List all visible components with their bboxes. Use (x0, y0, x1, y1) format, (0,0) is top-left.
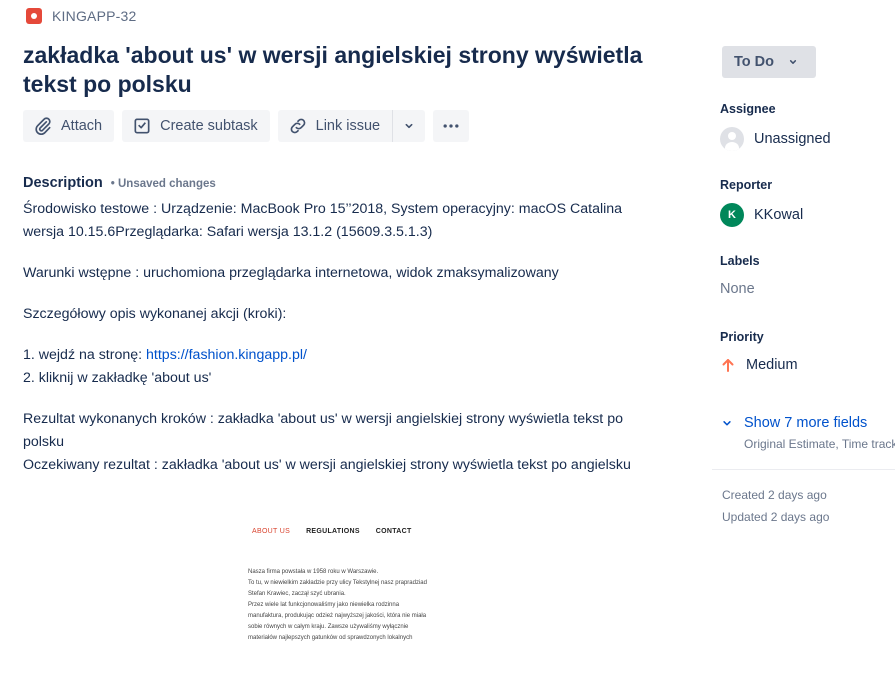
assignee-value: Unassigned (754, 131, 831, 147)
issue-title[interactable]: zakładka 'about us' w wersji angielskiej… (23, 41, 683, 99)
embedded-text-line: Nasza firma powstała w 1958 roku w Warsz… (248, 569, 379, 575)
updated-timestamp: Updated 2 days ago (722, 510, 830, 524)
step-2: 2. kliknij w zakładkę 'about us' (23, 370, 212, 386)
bug-icon (26, 8, 42, 24)
environment-text: Środowisko testowe : Urządzenie: MacBook… (23, 201, 623, 240)
embedded-text-line: Przez wiele lat funkcjonowaliśmy jako ni… (248, 602, 400, 608)
labels-field[interactable]: None (720, 281, 755, 297)
link-issue-split-button: Link issue (277, 110, 426, 142)
more-icon (443, 124, 459, 128)
show-more-fields-button[interactable]: Show 7 more fields (720, 415, 867, 431)
priority-label: Priority (720, 330, 764, 344)
status-dropdown[interactable]: To Do (722, 46, 816, 78)
description-header: Description • Unsaved changes (23, 175, 216, 191)
reporter-value: KKowal (754, 207, 804, 223)
description-label: Description (23, 175, 103, 191)
embedded-site-nav: ABOUT US REGULATIONS CONTACT (240, 528, 460, 535)
embedded-text-line: Stefan Krawiec, zaczął szyć ubrania. (248, 591, 346, 597)
results-block: Rezultat wykonanych kroków : zakładka 'a… (23, 408, 663, 477)
actual-result: Rezultat wykonanych kroków : zakładka 'a… (23, 411, 623, 450)
link-issue-label: Link issue (315, 118, 381, 134)
reporter-label: Reporter (720, 178, 773, 192)
subtask-icon (134, 118, 150, 134)
embedded-nav-regulations: REGULATIONS (306, 528, 360, 535)
expected-result: Oczekiwany rezultat : zakładka 'about us… (23, 457, 631, 473)
link-issue-dropdown-button[interactable] (393, 110, 426, 142)
create-subtask-button[interactable]: Create subtask (122, 110, 270, 142)
more-actions-button[interactable] (433, 110, 470, 142)
create-subtask-label: Create subtask (160, 118, 258, 134)
embedded-site-text: Nasza firma powstała w 1958 roku w Warsz… (240, 567, 450, 644)
unassigned-avatar-icon (720, 127, 744, 151)
priority-value: Medium (746, 357, 798, 373)
description-body[interactable]: Środowisko testowe : Urządzenie: MacBook… (23, 198, 663, 495)
fashion-kingapp-link[interactable]: https://fashion.kingapp.pl/ (146, 347, 307, 363)
chevron-down-icon (789, 60, 797, 64)
embedded-nav-about-us: ABOUT US (252, 528, 291, 535)
issue-toolbar: Attach Create subtask Link issue (23, 110, 470, 142)
embedded-text-line: materiałów najlepszych gatunków od spraw… (248, 635, 413, 641)
embedded-nav-contact: CONTACT (375, 528, 412, 535)
attached-screenshot[interactable]: ABOUT US REGULATIONS CONTACT Nasza firma… (240, 528, 460, 658)
paperclip-icon (35, 117, 51, 136)
priority-field[interactable]: Medium (720, 357, 798, 373)
chevron-down-icon (723, 421, 731, 426)
chevron-down-icon (405, 123, 413, 129)
attach-label: Attach (61, 118, 103, 134)
step-1-prefix: 1. wejdź na stronę: (23, 347, 147, 363)
labels-label: Labels (720, 254, 760, 268)
unsaved-changes-badge: • Unsaved changes (110, 178, 216, 190)
sidebar-divider (712, 469, 895, 470)
reporter-field[interactable]: K KKowal (720, 203, 803, 227)
embedded-text-line: sobie równych w całym kraju. Zawsze używ… (248, 624, 409, 630)
embedded-text-line: manufaktura, produkując odzież najwyższe… (248, 613, 427, 619)
steps-heading: Szczegółowy opis wykonanej akcji (kroki)… (23, 306, 287, 322)
assignee-label: Assignee (720, 102, 776, 116)
issue-key[interactable]: KINGAPP-32 (52, 8, 136, 24)
reporter-avatar: K (720, 203, 744, 227)
link-issue-button[interactable]: Link issue (277, 110, 393, 142)
embedded-text-line: To tu, w niewielkim zakładzie przy ulicy… (248, 580, 427, 586)
more-fields-summary: Original Estimate, Time tracking (744, 437, 895, 451)
priority-medium-arrow-up-icon (722, 359, 734, 372)
preconditions-text: Warunki wstępne : uruchomiona przeglądar… (23, 265, 559, 281)
assignee-field[interactable]: Unassigned (720, 127, 831, 151)
created-timestamp: Created 2 days ago (722, 488, 827, 502)
link-icon (290, 118, 306, 134)
show-more-fields-label: Show 7 more fields (744, 415, 868, 431)
attach-button[interactable]: Attach (23, 110, 115, 142)
labels-value: None (720, 281, 755, 297)
issue-sidebar: To Do Assignee Unassigned Reporter K KKo… (712, 0, 895, 673)
issue-key-breadcrumb[interactable]: KINGAPP-32 (26, 8, 136, 24)
steps-list: 1. wejdź na stronę: https://fashion.king… (23, 344, 663, 390)
status-label: To Do (734, 54, 774, 70)
